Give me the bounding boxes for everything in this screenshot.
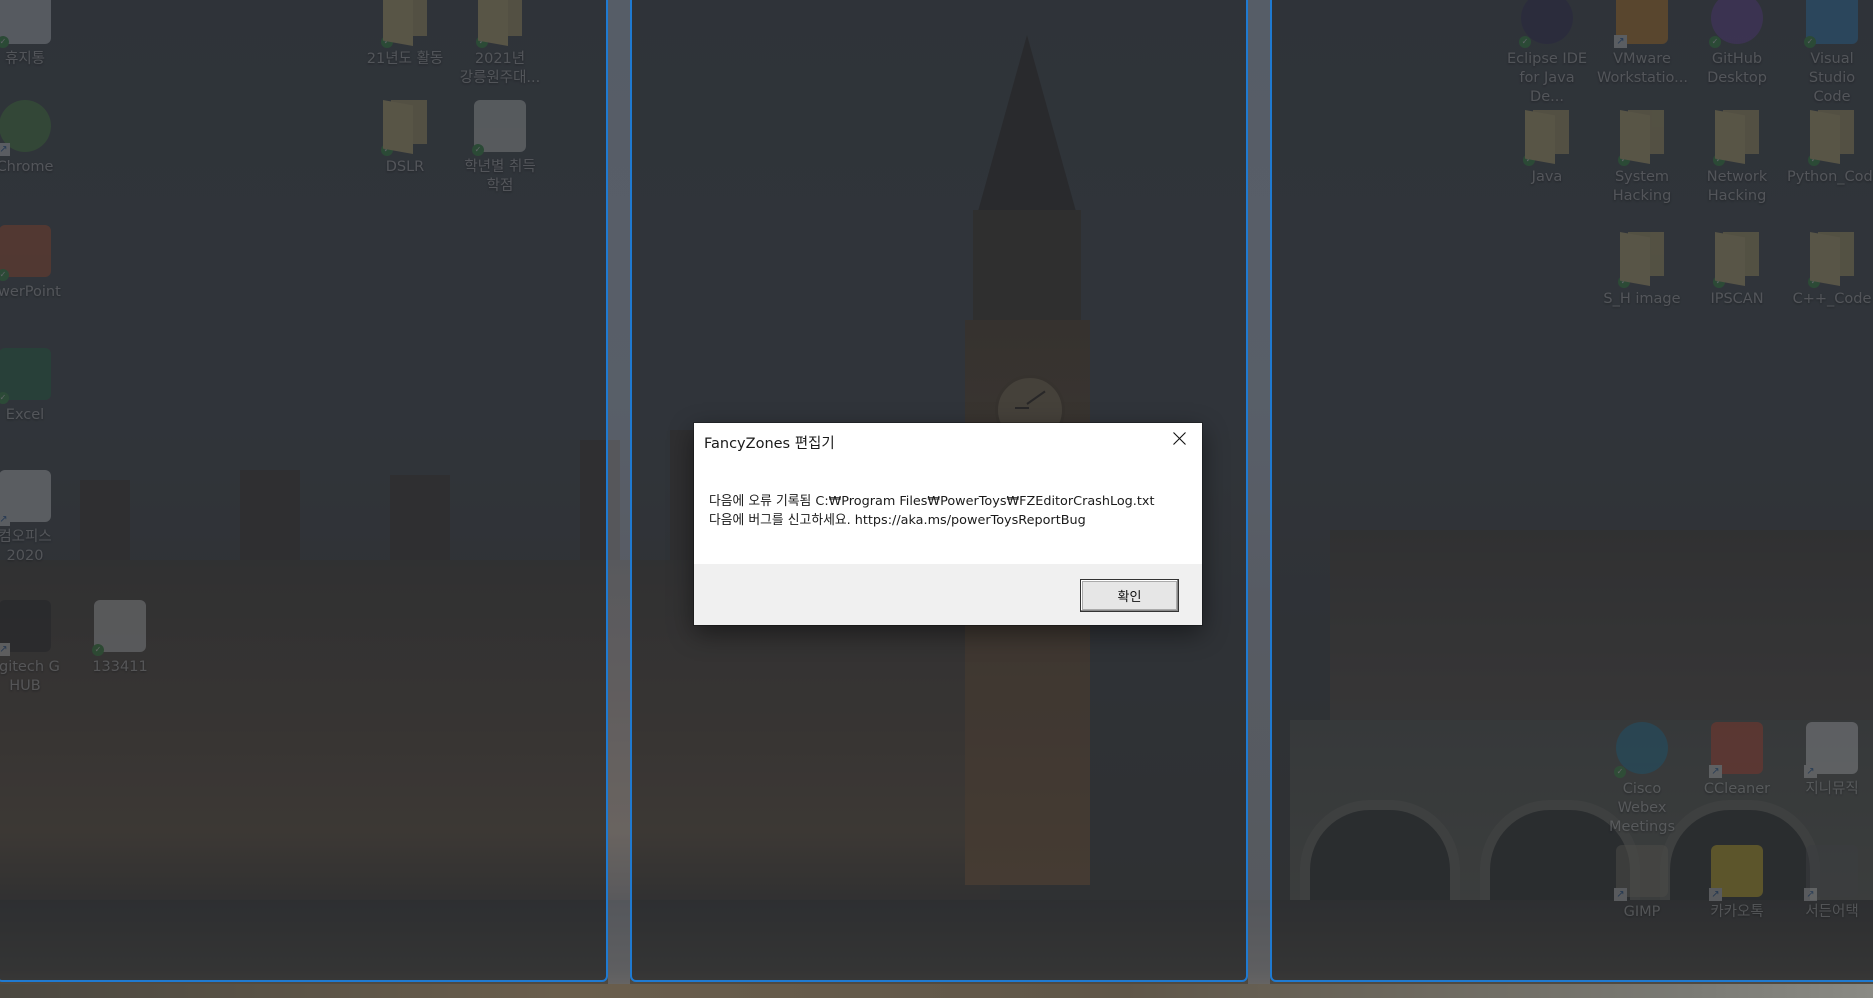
dialog-title: FancyZones 편집기 — [704, 436, 835, 452]
dialog-close-button[interactable] — [1156, 423, 1202, 454]
zone-gap — [608, 0, 630, 984]
zone-gap — [1248, 0, 1270, 984]
fancyzones-error-dialog: FancyZones 편집기 다음에 오류 기록됨 C:₩Program Fil… — [694, 423, 1202, 625]
ok-button[interactable]: 확인 — [1080, 579, 1179, 612]
close-icon — [1172, 432, 1186, 445]
dialog-message: 다음에 오류 기록됨 C:₩Program Files₩PowerToys₩FZ… — [709, 492, 1155, 530]
zone-3[interactable] — [1270, 0, 1873, 982]
dialog-message-line2: 다음에 버그를 신고하세요. https://aka.ms/powerToysR… — [709, 513, 1086, 528]
zone-1[interactable] — [0, 0, 608, 982]
dialog-message-line1: 다음에 오류 기록됨 C:₩Program Files₩PowerToys₩FZ… — [709, 494, 1155, 509]
dialog-footer: 확인 — [694, 564, 1202, 625]
